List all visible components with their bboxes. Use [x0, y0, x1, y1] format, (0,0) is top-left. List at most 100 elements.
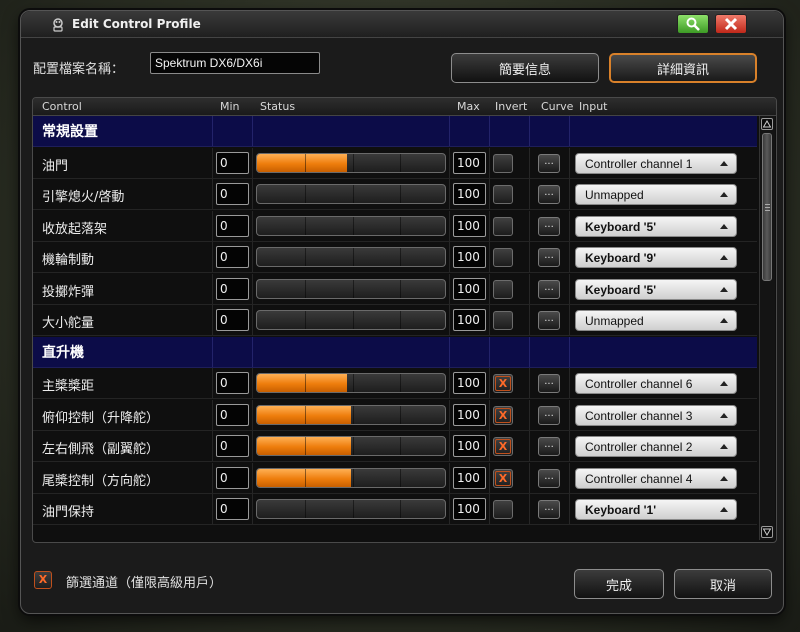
detail-button[interactable]: 詳細資訊: [609, 53, 757, 83]
curve-button[interactable]: ...: [538, 311, 560, 330]
input-select[interactable]: Keyboard '5': [575, 216, 737, 237]
max-input[interactable]: 100: [453, 278, 486, 300]
curve-button[interactable]: ...: [538, 437, 560, 456]
invert-checkbox[interactable]: [493, 280, 513, 299]
max-input[interactable]: 100: [453, 498, 486, 520]
input-select[interactable]: Controller channel 6: [575, 373, 737, 394]
column-separator: [449, 400, 450, 430]
max-input[interactable]: 100: [453, 372, 486, 394]
curve-button[interactable]: ...: [538, 154, 560, 173]
column-separator: [569, 337, 570, 367]
min-input[interactable]: 0: [216, 183, 249, 205]
column-separator: [529, 337, 530, 367]
min-input[interactable]: 0: [216, 372, 249, 394]
input-value: Controller channel 3: [585, 409, 693, 423]
done-button[interactable]: 完成: [574, 569, 664, 599]
min-input[interactable]: 0: [216, 435, 249, 457]
max-input[interactable]: 100: [453, 435, 486, 457]
max-input[interactable]: 100: [453, 404, 486, 426]
min-input[interactable]: 0: [216, 246, 249, 268]
search-button[interactable]: [677, 14, 709, 34]
invert-checkbox[interactable]: [493, 185, 513, 204]
curve-button[interactable]: ...: [538, 248, 560, 267]
status-tick: [305, 154, 306, 172]
chevron-up-icon: [720, 444, 728, 449]
curve-button[interactable]: ...: [538, 500, 560, 519]
min-input[interactable]: 0: [216, 498, 249, 520]
max-input[interactable]: 100: [453, 246, 486, 268]
invert-checkbox[interactable]: X: [493, 374, 513, 393]
invert-x-icon: X: [495, 471, 511, 486]
column-separator: [529, 494, 530, 524]
max-input[interactable]: 100: [453, 152, 486, 174]
input-select[interactable]: Keyboard '1': [575, 499, 737, 520]
scroll-up-button[interactable]: [761, 118, 773, 130]
curve-button[interactable]: ...: [538, 185, 560, 204]
input-select[interactable]: Unmapped: [575, 184, 737, 205]
curve-button[interactable]: ...: [538, 217, 560, 236]
control-row: 俯仰控制（升降舵） 0 100 X... Controller channel 3: [33, 400, 757, 431]
max-input[interactable]: 100: [453, 183, 486, 205]
input-select[interactable]: Controller channel 2: [575, 436, 737, 457]
cancel-button[interactable]: 取消: [674, 569, 772, 599]
status-tick: [353, 154, 354, 172]
invert-checkbox[interactable]: [493, 248, 513, 267]
invert-checkbox[interactable]: [493, 217, 513, 236]
max-input[interactable]: 100: [453, 215, 486, 237]
invert-checkbox[interactable]: X: [493, 469, 513, 488]
filter-channels-checkbox[interactable]: X: [34, 571, 52, 589]
curve-button[interactable]: ...: [538, 406, 560, 425]
profile-name-input[interactable]: Spektrum DX6/DX6i: [150, 52, 320, 74]
input-select[interactable]: Unmapped: [575, 310, 737, 331]
chevron-up-icon: [720, 287, 728, 292]
status-tick: [353, 374, 354, 392]
min-input[interactable]: 0: [216, 404, 249, 426]
invert-checkbox[interactable]: X: [493, 437, 513, 456]
column-separator: [489, 179, 490, 209]
title-bar[interactable]: Edit Control Profile: [21, 11, 783, 38]
min-input[interactable]: 0: [216, 152, 249, 174]
status-fill: [257, 154, 348, 172]
status-tick: [400, 311, 401, 329]
status-bar: [256, 468, 446, 488]
max-input[interactable]: 100: [453, 467, 486, 489]
curve-button[interactable]: ...: [538, 374, 560, 393]
control-row: 引擎熄火/啓動 0 100... Unmapped: [33, 179, 757, 210]
invert-checkbox[interactable]: [493, 500, 513, 519]
min-input[interactable]: 0: [216, 215, 249, 237]
input-select[interactable]: Controller channel 4: [575, 468, 737, 489]
min-input[interactable]: 0: [216, 467, 249, 489]
status-tick: [305, 500, 306, 518]
status-tick: [305, 280, 306, 298]
summary-button[interactable]: 簡要信息: [451, 53, 599, 83]
chevron-up-icon: [720, 476, 728, 481]
column-separator: [449, 368, 450, 398]
curve-button[interactable]: ...: [538, 280, 560, 299]
close-button[interactable]: [715, 14, 747, 34]
curve-button[interactable]: ...: [538, 469, 560, 488]
scroll-down-button[interactable]: [761, 526, 773, 538]
max-input[interactable]: 100: [453, 309, 486, 331]
vertical-scrollbar[interactable]: [759, 116, 775, 540]
invert-checkbox[interactable]: X: [493, 406, 513, 425]
control-row: 機輪制動 0 100... Keyboard '9': [33, 242, 757, 273]
scroll-thumb[interactable]: [762, 133, 772, 281]
invert-checkbox[interactable]: [493, 311, 513, 330]
input-select[interactable]: Controller channel 1: [575, 153, 737, 174]
invert-x-icon: X: [495, 408, 511, 423]
status-tick: [305, 311, 306, 329]
scroll-grip-line: [765, 210, 770, 211]
control-row: 左右側飛（副翼舵） 0 100 X... Controller channel 2: [33, 431, 757, 462]
input-select[interactable]: Keyboard '5': [575, 279, 737, 300]
status-bar: [256, 279, 446, 299]
input-value: Keyboard '5': [585, 220, 657, 234]
close-icon: [724, 17, 738, 31]
min-input[interactable]: 0: [216, 309, 249, 331]
min-input[interactable]: 0: [216, 278, 249, 300]
invert-checkbox[interactable]: [493, 154, 513, 173]
column-status: Status: [260, 100, 296, 113]
input-select[interactable]: Keyboard '9': [575, 247, 737, 268]
column-separator: [212, 179, 213, 209]
input-select[interactable]: Controller channel 3: [575, 405, 737, 426]
scroll-grip-line: [765, 207, 770, 208]
